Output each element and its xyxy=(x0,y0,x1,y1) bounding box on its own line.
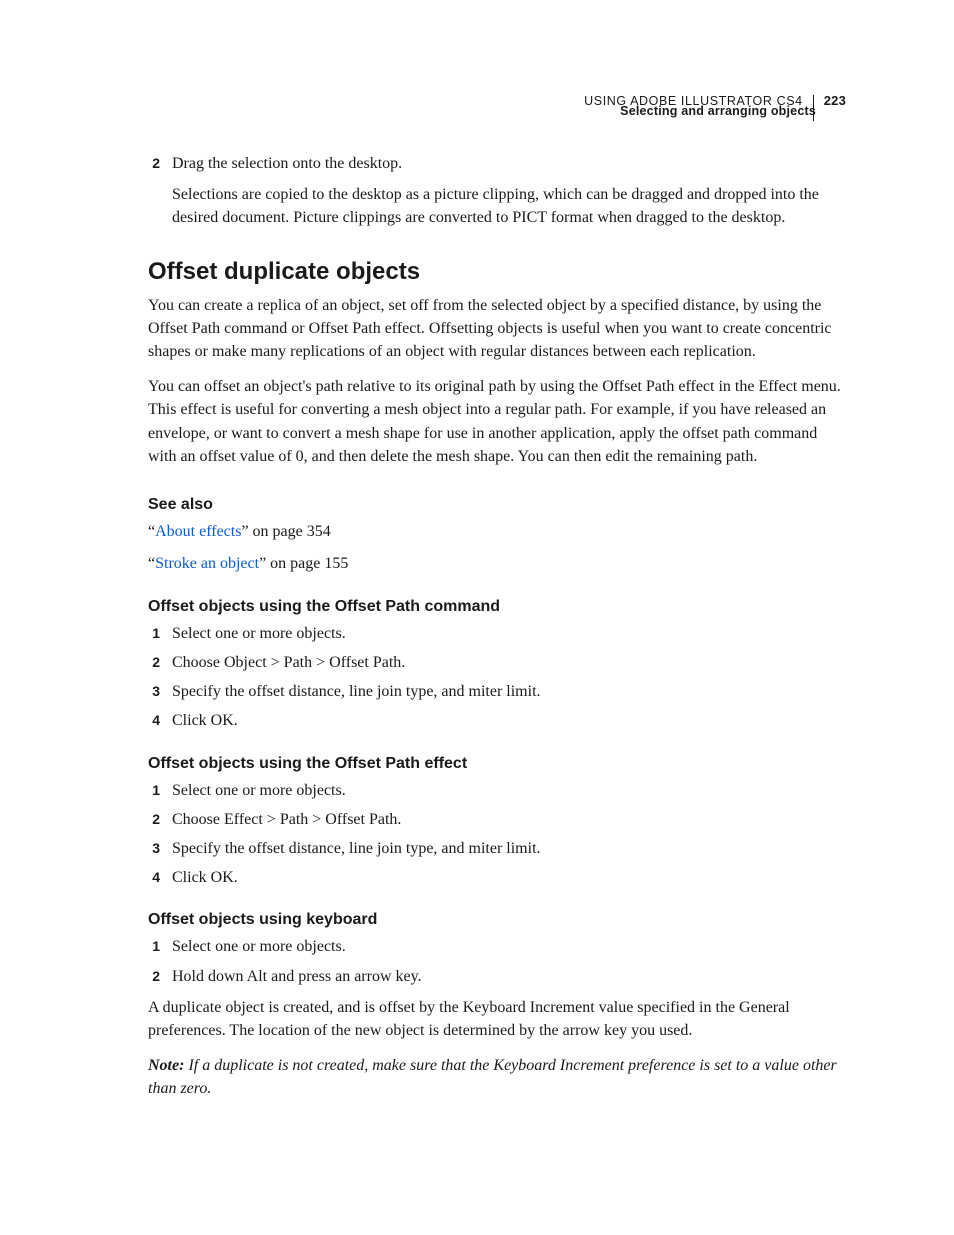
body-text: Selections are copied to the desktop as … xyxy=(172,183,846,229)
top-step-list: 2 Drag the selection onto the desktop. xyxy=(148,152,846,175)
step-number: 1 xyxy=(148,936,160,959)
step-number: 1 xyxy=(148,780,160,803)
body-text: A duplicate object is created, and is of… xyxy=(148,996,846,1042)
see-also-heading: See also xyxy=(148,496,846,514)
step-number: 3 xyxy=(148,681,160,704)
list-item: 2 Choose Object > Path > Offset Path. xyxy=(148,651,846,674)
step-text: Hold down Alt and press an arrow key. xyxy=(172,965,846,988)
step-text: Choose Effect > Path > Offset Path. xyxy=(172,808,846,831)
step-text: Click OK. xyxy=(172,709,846,732)
xref-link[interactable]: Stroke an object xyxy=(155,555,259,572)
see-also-tail: ” on page 155 xyxy=(259,555,348,572)
subsection-heading: Offset objects using the Offset Path eff… xyxy=(148,755,846,773)
see-also-tail: ” on page 354 xyxy=(241,523,330,540)
step-number: 2 xyxy=(148,652,160,675)
body-text: You can offset an object's path relative… xyxy=(148,375,846,468)
step-number: 2 xyxy=(148,966,160,989)
body-text: You can create a replica of an object, s… xyxy=(148,294,846,364)
step-number: 4 xyxy=(148,710,160,733)
list-item: 2 Hold down Alt and press an arrow key. xyxy=(148,965,846,988)
list-item: 1 Select one or more objects. xyxy=(148,622,846,645)
note-text: Note: If a duplicate is not created, mak… xyxy=(148,1054,846,1100)
step-text: Drag the selection onto the desktop. xyxy=(172,152,846,175)
step-text: Select one or more objects. xyxy=(172,779,846,802)
step-text: Specify the offset distance, line join t… xyxy=(172,837,846,860)
list-item: 1 Select one or more objects. xyxy=(148,935,846,958)
note-body: If a duplicate is not created, make sure… xyxy=(148,1057,837,1097)
subsection-heading: Offset objects using keyboard xyxy=(148,911,846,929)
subsection-heading: Offset objects using the Offset Path com… xyxy=(148,598,846,616)
see-also-item: “About effects” on page 354 xyxy=(148,520,846,544)
step-text: Select one or more objects. xyxy=(172,935,846,958)
section-heading: Offset duplicate objects xyxy=(148,258,846,286)
note-label: Note: xyxy=(148,1057,184,1074)
step-list: 1 Select one or more objects. 2 Choose Obj… xyxy=(148,622,846,733)
step-number: 2 xyxy=(148,153,160,176)
step-text: Click OK. xyxy=(172,866,846,889)
xref-link[interactable]: About effects xyxy=(155,523,241,540)
step-list: 1 Select one or more objects. 2 Hold down … xyxy=(148,935,846,987)
list-item: 4 Click OK. xyxy=(148,709,846,732)
step-number: 4 xyxy=(148,867,160,890)
step-text: Specify the offset distance, line join t… xyxy=(172,680,846,703)
step-list: 1 Select one or more objects. 2 Choose Eff… xyxy=(148,779,846,890)
step-number: 1 xyxy=(148,623,160,646)
list-item: 1 Select one or more objects. xyxy=(148,779,846,802)
list-item: 2 Drag the selection onto the desktop. xyxy=(148,152,846,175)
list-item: 3 Specify the offset distance, line join … xyxy=(148,680,846,703)
list-item: 3 Specify the offset distance, line join … xyxy=(148,837,846,860)
list-item: 2 Choose Effect > Path > Offset Path. xyxy=(148,808,846,831)
see-also-item: “Stroke an object” on page 155 xyxy=(148,552,846,576)
step-text: Choose Object > Path > Offset Path. xyxy=(172,651,846,674)
step-number: 3 xyxy=(148,838,160,861)
list-item: 4 Click OK. xyxy=(148,866,846,889)
page-header: USING ADOBE ILLUSTRATOR CS4 223 Selectin… xyxy=(584,88,846,132)
step-text: Select one or more objects. xyxy=(172,622,846,645)
step-number: 2 xyxy=(148,809,160,832)
section-breadcrumb: Selecting and arranging objects xyxy=(584,103,846,120)
